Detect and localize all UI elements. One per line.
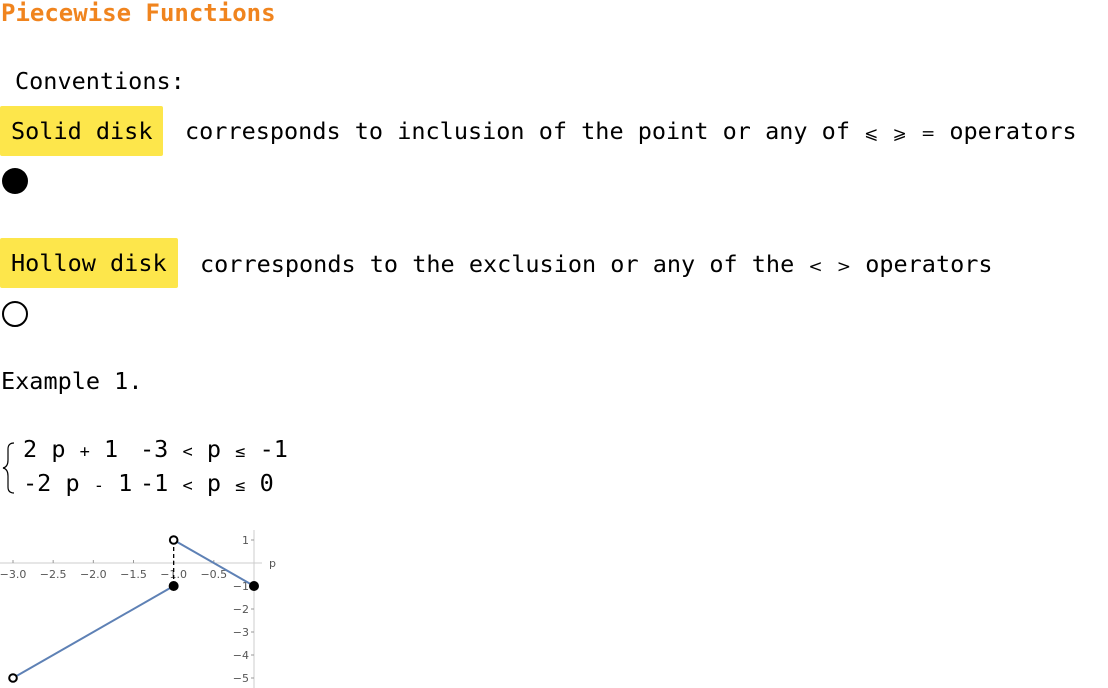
solid-disk-label: Solid disk [0,106,164,156]
hollow-disk-label: Hollow disk [0,238,178,288]
y-tick-label: −4 [233,649,249,662]
y-tick-label: −2 [233,603,249,616]
solid-disk-icon [2,168,28,194]
hollow-point [168,535,179,545]
piecewise-row-2-condition: -1 < p ≤ 0 [140,469,274,497]
y-tick-label: −5 [233,672,249,685]
piecewise-row-2: -2 p - 1 [23,467,132,503]
operator-eq: = [920,124,936,144]
piecewise-brace [2,442,15,494]
solid-point [168,581,179,591]
page-title: Piecewise Functions [1,0,276,27]
piecewise-row-1: 2 p + 1 [23,433,118,469]
x-tick-label: −3.0 [0,568,26,581]
operator-leq: ⩽ [864,124,879,144]
x-tick-label: −2.0 [80,568,107,581]
operator-gt: > [836,257,852,277]
x-tick-label: −2.5 [40,568,67,581]
series-line-1 [12,585,175,679]
solid-description-end: operators [949,117,1077,145]
hollow-description-text: corresponds to the exclusion or any of t… [200,250,795,278]
x-tick-label: −1.5 [120,568,147,581]
operator-lt: < [808,257,823,277]
piecewise-row-2-expr: -2 p - 1 [23,469,133,497]
piecewise-chart: −3.0 −2.5 −2.0 −1.5 −1.0 −0.51−1−2−3−4−5p [0,530,276,688]
hollow-disk-icon [2,301,28,327]
x-tick-label: −0.5 [200,568,227,581]
piecewise-row-1-expr: 2 p + 1 [23,435,119,463]
hollow-description-end: operators [865,250,993,278]
piecewise-row-1-condition: -3 < p ≤ -1 [140,435,288,463]
solid-disk-description: corresponds to inclusion of the point or… [185,117,1077,148]
conventions-label: Conventions: [15,67,185,95]
example-label: Example 1. [1,367,143,395]
solid-description-text: corresponds to inclusion of the point or… [185,117,850,145]
x-axis-label: p [269,557,276,570]
hollow-point [8,673,18,683]
hollow-disk-description: corresponds to the exclusion or any of t… [200,250,993,281]
y-tick-label: −3 [233,626,249,639]
y-tick-label: 1 [242,534,249,547]
solid-point [249,581,259,591]
operator-geq: ⩾ [892,124,907,144]
